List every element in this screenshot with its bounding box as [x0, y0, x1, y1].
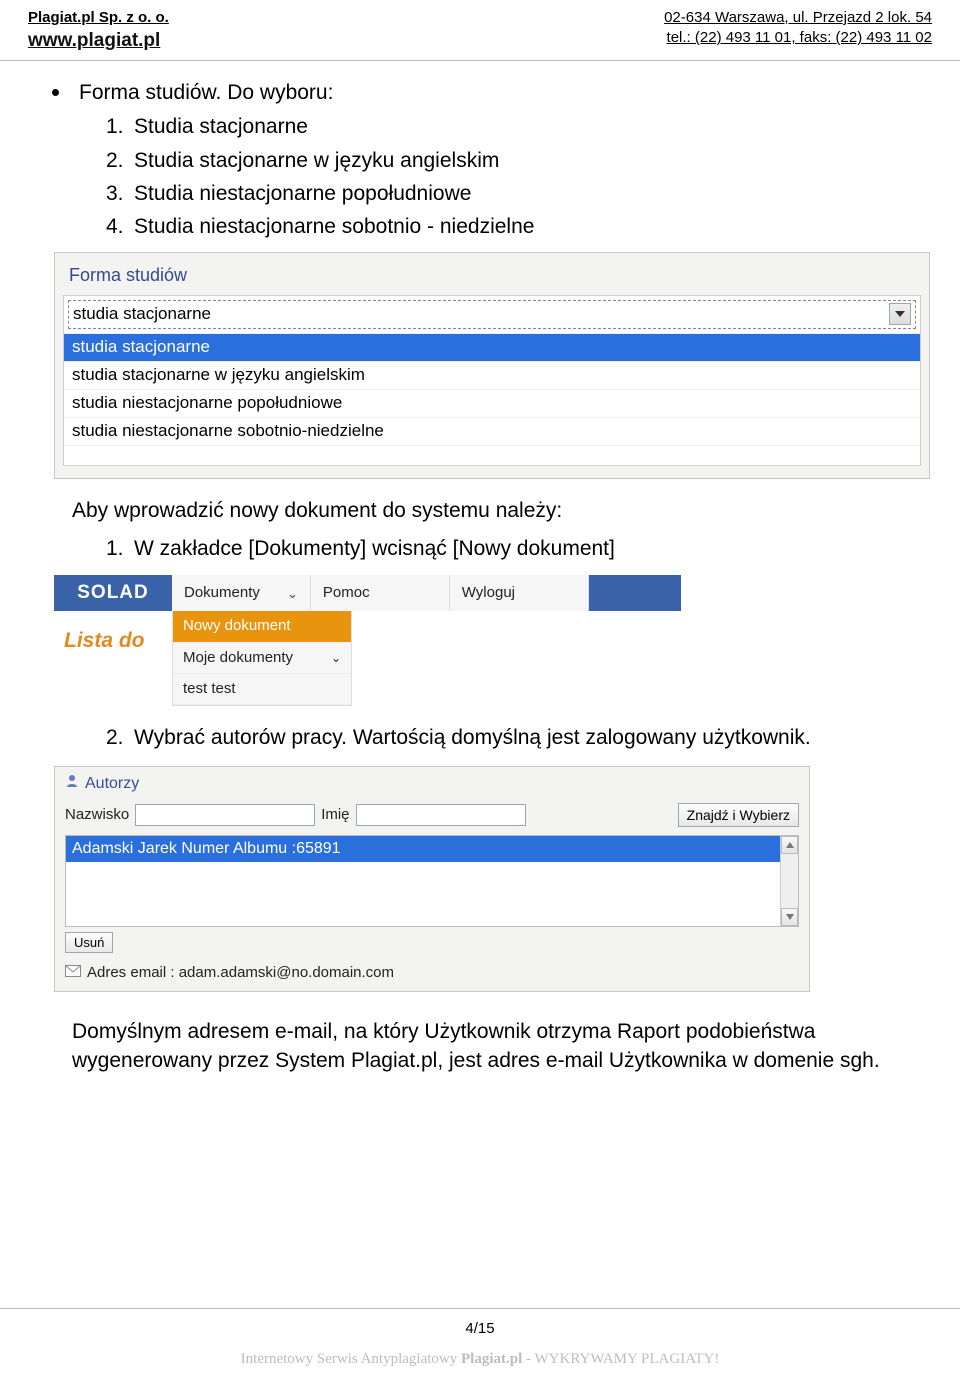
nav-spacer [589, 575, 681, 611]
chevron-down-icon: ⌄ [287, 585, 298, 603]
label-imie: Imię [321, 805, 349, 825]
scroll-down-icon[interactable] [781, 908, 798, 926]
selected-author[interactable]: Adamski Jarek Numer Albumu :65891 [66, 836, 798, 862]
list-item-label: Studia stacjonarne [134, 115, 308, 138]
dropdown-option[interactable]: studia stacjonarne w języku angielskim [64, 361, 920, 389]
nav-item-label: Pomoc [323, 583, 370, 603]
dropdown-option[interactable]: studia niestacjonarne sobotnio-niedzieln… [64, 417, 920, 445]
nav-item-wyloguj[interactable]: Wyloguj [450, 575, 589, 611]
find-select-button[interactable]: Znajdź i Wybierz [678, 803, 799, 827]
form-options-list: 1.Studia stacjonarne 2.Studia stacjonarn… [72, 113, 908, 241]
menu-item-label: test test [183, 679, 236, 699]
label-nazwisko: Nazwisko [65, 805, 129, 825]
delete-button[interactable]: Usuń [65, 932, 113, 953]
bullet-heading-row: Forma studiów. Do wyboru: [72, 79, 908, 107]
side-heading: Lista do [54, 611, 172, 706]
dropdown-menu: Nowy dokument Moje dokumenty ⌄ test test [172, 611, 352, 706]
nav-item-dokumenty[interactable]: Dokumenty ⌄ [172, 575, 311, 611]
authors-heading-text: Autorzy [85, 773, 139, 795]
dropdown-option[interactable]: studia stacjonarne [64, 333, 920, 361]
menu-item-label: Moje dokumenty [183, 648, 293, 668]
company-name: Plagiat.pl Sp. z o. o. [28, 8, 169, 28]
footer-tagline: Internetowy Serwis Antyplagiatowy Plagia… [0, 1349, 960, 1369]
page-header: Plagiat.pl Sp. z o. o. www.plagiat.pl 02… [0, 0, 960, 61]
email-text: Adres email : adam.adamski@no.domain.com [87, 963, 394, 983]
app-logo: SOLAD [54, 575, 172, 611]
dropdown-selected-text: studia stacjonarne [73, 303, 211, 326]
mail-icon [65, 963, 81, 983]
authors-heading: Autorzy [55, 767, 809, 799]
bullet-icon [52, 89, 59, 96]
email-row: Adres email : adam.adamski@no.domain.com [55, 959, 809, 991]
step-item: 2.Wybrać autorów pracy. Wartością domyśl… [106, 724, 908, 752]
screenshot-form-dropdown: Forma studiów studia stacjonarne studia … [54, 252, 930, 479]
menu-item-nowy-dokument[interactable]: Nowy dokument [173, 611, 351, 642]
company-phone: tel.: (22) 493 11 01, faks: (22) 493 11 … [664, 28, 932, 48]
company-address: 02-634 Warszawa, ul. Przejazd 2 lok. 54 [664, 8, 932, 28]
dropdown-option[interactable]: studia niestacjonarne popołudniowe [64, 389, 920, 417]
chevron-down-icon[interactable] [889, 303, 911, 325]
nav-item-label: Dokumenty [184, 583, 260, 603]
nav-item-pomoc[interactable]: Pomoc [311, 575, 450, 611]
scroll-up-icon[interactable] [781, 836, 798, 854]
dropdown-title: Forma studiów [55, 253, 929, 293]
authors-listbox[interactable]: Adamski Jarek Numer Albumu :65891 [65, 835, 799, 927]
step-item: 1.W zakładce [Dokumenty] wcisnąć [Nowy d… [106, 535, 908, 563]
menu-item-moje-dokumenty[interactable]: Moje dokumenty ⌄ [173, 643, 351, 674]
nav-item-label: Wyloguj [462, 583, 515, 603]
dropdown-selected[interactable]: studia stacjonarne [68, 300, 916, 329]
screenshot-authors-panel: Autorzy Nazwisko Imię Znajdź i Wybierz A… [54, 766, 810, 992]
intro-paragraph: Aby wprowadzić nowy dokument do systemu … [72, 497, 908, 525]
bullet-heading: Forma studiów. Do wyboru: [79, 79, 333, 107]
closing-paragraph: Domyślnym adresem e-mail, na który Użytk… [72, 1018, 908, 1075]
website-url: www.plagiat.pl [28, 28, 169, 54]
list-item: 1.Studia stacjonarne [106, 113, 908, 141]
list-item: 4.Studia niestacjonarne sobotnio - niedz… [106, 213, 908, 241]
nazwisko-input[interactable] [135, 804, 315, 826]
scrollbar[interactable] [780, 836, 798, 926]
list-item-label: Studia stacjonarne w języku angielskim [134, 149, 499, 172]
person-icon [65, 773, 79, 795]
menu-item-label: Nowy dokument [183, 616, 291, 636]
imie-input[interactable] [356, 804, 526, 826]
list-item: 2.Studia stacjonarne w języku angielskim [106, 147, 908, 175]
list-item-label: Studia niestacjonarne popołudniowe [134, 182, 471, 205]
menu-item-test[interactable]: test test [173, 674, 351, 705]
list-item: 3.Studia niestacjonarne popołudniowe [106, 180, 908, 208]
list-item-label: Studia niestacjonarne sobotnio - niedzie… [134, 215, 534, 238]
step-label: Wybrać autorów pracy. Wartością domyślną… [134, 726, 811, 749]
chevron-down-icon: ⌄ [331, 650, 341, 666]
screenshot-nav-menu: SOLAD Dokumenty ⌄ Pomoc Wyloguj Lista do… [54, 575, 681, 706]
page-footer: 4/15 Internetowy Serwis Antyplagiatowy P… [0, 1308, 960, 1370]
step-label: W zakładce [Dokumenty] wcisnąć [Nowy dok… [134, 537, 615, 560]
page-number: 4/15 [0, 1319, 960, 1339]
